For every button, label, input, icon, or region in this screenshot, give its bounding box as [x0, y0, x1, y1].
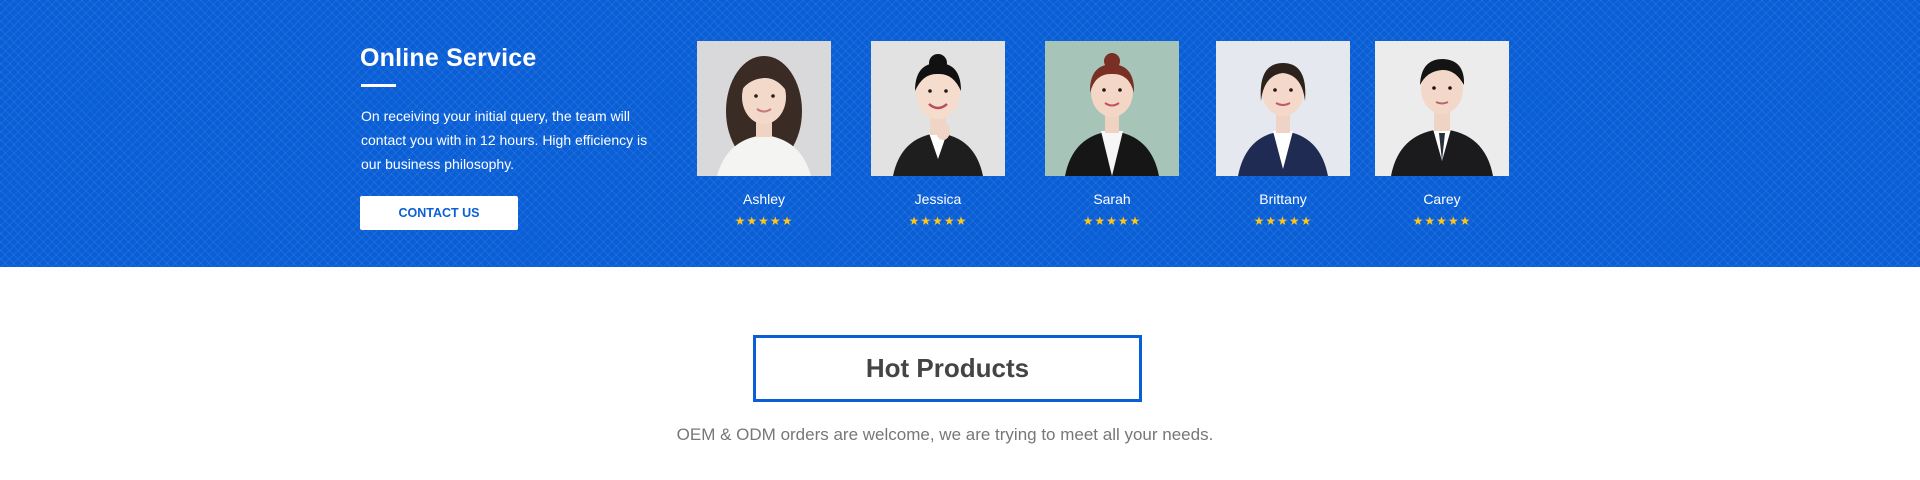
- hot-products-heading-box: Hot Products: [753, 335, 1142, 402]
- service-description: On receiving your initial query, the tea…: [361, 108, 648, 172]
- online-service-section: Online Service On receiving your initial…: [0, 0, 1920, 267]
- agent-card-carey[interactable]: Carey ★★★★★: [1375, 41, 1509, 228]
- agent-name: Ashley: [742, 191, 786, 207]
- agent-photo: [1216, 41, 1350, 176]
- agent-card-ashley[interactable]: Ashley ★★★★★: [697, 41, 831, 228]
- rating-stars-icon: ★★★★★: [908, 214, 968, 228]
- contact-us-button[interactable]: CONTACT US: [360, 196, 518, 230]
- agent-name: Jessica: [914, 191, 962, 207]
- rating-stars-icon: ★★★★★: [1253, 214, 1313, 228]
- agent-card-brittany[interactable]: Brittany ★★★★★: [1216, 41, 1350, 228]
- rating-stars-icon: ★★★★★: [1082, 214, 1142, 228]
- title-underline: [361, 84, 396, 87]
- service-title: Online Service: [360, 44, 537, 72]
- hot-products-subtitle: OEM & ODM orders are welcome, we are try…: [676, 425, 1214, 444]
- agent-photo: [1375, 41, 1509, 176]
- agent-name: Carey: [1423, 191, 1461, 207]
- agent-card-sarah[interactable]: Sarah ★★★★★: [1045, 41, 1179, 228]
- rating-stars-icon: ★★★★★: [734, 214, 794, 228]
- agent-photo: [871, 41, 1005, 176]
- agent-card-jessica[interactable]: Jessica ★★★★★: [871, 41, 1005, 228]
- agent-name: Sarah: [1093, 191, 1131, 207]
- rating-stars-icon: ★★★★★: [1412, 214, 1472, 228]
- agent-name: Brittany: [1259, 191, 1307, 207]
- agent-photo: [1045, 41, 1179, 176]
- hot-products-title: Hot Products: [865, 353, 1030, 383]
- agent-photo: [697, 41, 831, 176]
